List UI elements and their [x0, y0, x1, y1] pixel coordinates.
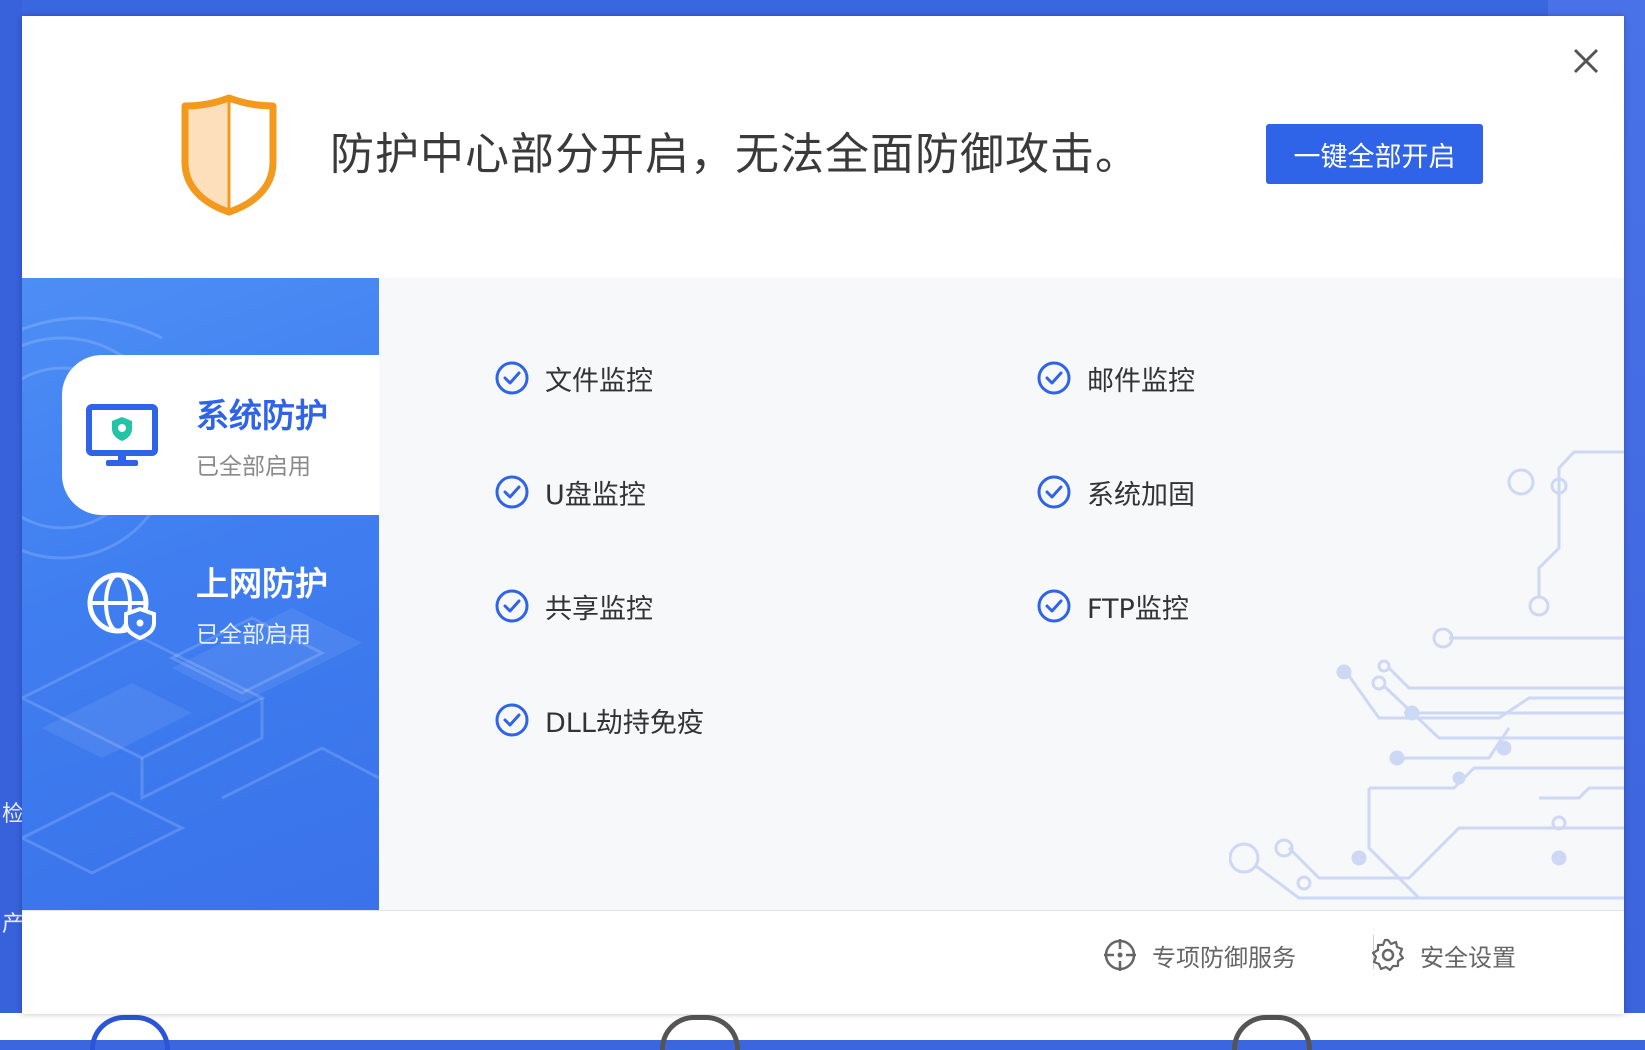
feature-file-monitor: 文件监控 — [494, 358, 653, 398]
dialog-footer: 专项防御服务 安全设置 — [22, 910, 1624, 1014]
check-circle-icon — [495, 589, 529, 623]
feature-panel: 文件监控 邮件监控 U盘监控 系统加固 共享监控 FTP监控 DLL劫持免疫 — [379, 278, 1624, 910]
feature-label: 系统加固 — [1087, 479, 1195, 511]
half-shield-icon — [181, 94, 277, 216]
sidebar-item-system-protection[interactable]: 系统防护 已全部启用 — [62, 355, 379, 515]
check-circle-icon — [1037, 361, 1071, 395]
monitor-shield-icon — [86, 404, 158, 466]
crosshair-icon — [1104, 939, 1136, 971]
special-defense-service-label: 专项防御服务 — [1152, 943, 1296, 972]
check-circle-icon — [1037, 589, 1071, 623]
enable-all-button[interactable]: 一键全部开启 — [1266, 124, 1483, 184]
feature-label: 共享监控 — [545, 593, 653, 625]
feature-usb-monitor: U盘监控 — [494, 472, 646, 512]
check-circle-icon — [495, 361, 529, 395]
special-defense-service-link[interactable]: 专项防御服务 — [1102, 935, 1296, 975]
circuit-decoration — [1229, 450, 1624, 900]
check-circle-icon — [495, 703, 529, 737]
dialog-header: 防护中心部分开启，无法全面防御攻击。 一键全部开启 — [22, 16, 1624, 279]
feature-label: 邮件监控 — [1087, 365, 1195, 397]
feature-label: 文件监控 — [545, 365, 653, 397]
feature-dll-hijack-immunity: DLL劫持免疫 — [494, 700, 704, 740]
sidebar-item-title: 上网防护 — [196, 564, 328, 603]
feature-label: U盘监控 — [545, 479, 646, 511]
security-settings-label: 安全设置 — [1420, 943, 1516, 972]
sidebar-item-web-protection[interactable]: 上网防护 已全部启用 — [62, 523, 379, 683]
background-text: 产 — [2, 912, 25, 937]
feature-system-hardening: 系统加固 — [1036, 472, 1195, 512]
check-circle-icon — [1037, 475, 1071, 509]
security-settings-link[interactable]: 安全设置 — [1370, 935, 1516, 975]
feature-label: FTP监控 — [1087, 593, 1189, 625]
feature-ftp-monitor: FTP监控 — [1036, 586, 1189, 626]
sidebar-item-subtitle: 已全部启用 — [196, 454, 311, 480]
sidebar-item-subtitle: 已全部启用 — [196, 622, 311, 648]
feature-share-monitor: 共享监控 — [494, 586, 653, 626]
protection-status-text: 防护中心部分开启，无法全面防御攻击。 — [330, 129, 1140, 180]
close-icon[interactable] — [1567, 42, 1605, 80]
sidebar-item-title: 系统防护 — [196, 396, 328, 435]
protection-sidebar: 系统防护 已全部启用 上网防护 已全部启用 — [22, 278, 379, 910]
background-app-bottom — [0, 1013, 1645, 1040]
check-circle-icon — [495, 475, 529, 509]
feature-label: DLL劫持免疫 — [545, 707, 704, 739]
background-app-left — [0, 0, 22, 1040]
feature-mail-monitor: 邮件监控 — [1036, 358, 1195, 398]
gear-icon — [1371, 938, 1405, 972]
background-text: 检 — [2, 802, 25, 827]
protection-center-dialog: 防护中心部分开启，无法全面防御攻击。 一键全部开启 系统防护 已全部启用 上网防… — [22, 16, 1624, 1014]
globe-shield-icon — [87, 572, 156, 641]
